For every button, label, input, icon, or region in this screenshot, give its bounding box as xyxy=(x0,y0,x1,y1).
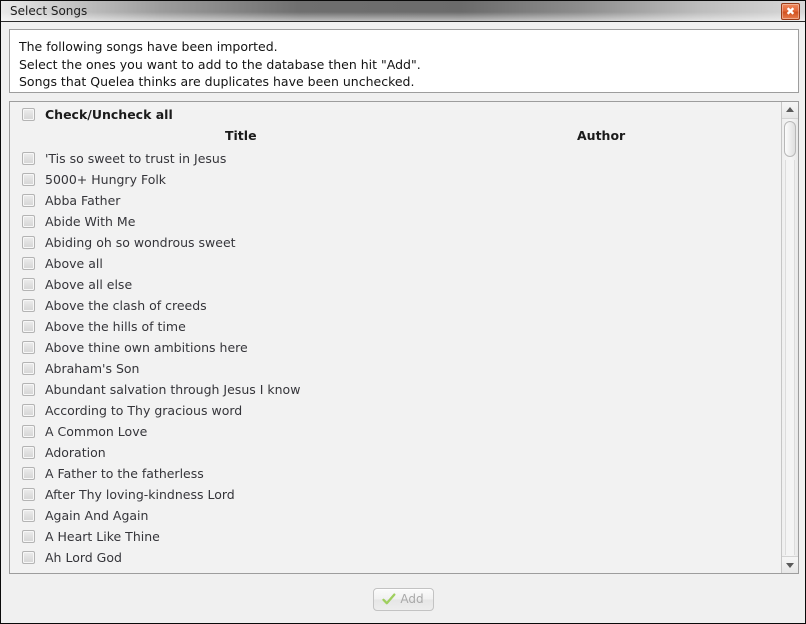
scrollbar-track[interactable] xyxy=(785,160,795,555)
song-title: Above the hills of time xyxy=(45,319,186,334)
song-checkbox[interactable] xyxy=(22,320,35,333)
song-row[interactable]: A Father to the fatherless xyxy=(10,463,781,484)
song-rows-container: 'Tis so sweet to trust in Jesus 5000+ Hun… xyxy=(10,148,781,568)
song-title: Above thine own ambitions here xyxy=(45,340,248,355)
song-checkbox[interactable] xyxy=(22,236,35,249)
column-header-title: Title xyxy=(225,128,257,143)
song-row[interactable]: 5000+ Hungry Folk xyxy=(10,169,781,190)
song-row[interactable]: Abundant salvation through Jesus I know xyxy=(10,379,781,400)
song-checkbox[interactable] xyxy=(22,194,35,207)
song-checkbox[interactable] xyxy=(22,215,35,228)
instruction-line-1: The following songs have been imported. xyxy=(19,39,278,54)
list-column-header: Title Author xyxy=(10,126,781,148)
song-list-panel: Check/Uncheck all Title Author 'Tis so s… xyxy=(9,101,799,574)
song-title: Abraham's Son xyxy=(45,361,140,376)
song-row[interactable]: Above all else xyxy=(10,274,781,295)
song-checkbox[interactable] xyxy=(22,278,35,291)
column-header-author: Author xyxy=(577,128,626,143)
song-title: Above all xyxy=(45,256,103,271)
song-row[interactable]: A Heart Like Thine xyxy=(10,526,781,547)
checkmark-icon xyxy=(382,592,396,604)
song-checkbox[interactable] xyxy=(22,173,35,186)
song-title: After Thy loving-kindness Lord xyxy=(45,487,235,502)
song-row[interactable]: Abide With Me xyxy=(10,211,781,232)
song-title: Abundant salvation through Jesus I know xyxy=(45,382,301,397)
dialog-footer: Add xyxy=(1,574,805,623)
song-row[interactable]: Abiding oh so wondrous sweet xyxy=(10,232,781,253)
song-row[interactable]: Above thine own ambitions here xyxy=(10,337,781,358)
song-title: Abide With Me xyxy=(45,214,136,229)
instruction-line-2: Select the ones you want to add to the d… xyxy=(19,56,421,72)
chevron-up-icon xyxy=(786,107,794,112)
song-row[interactable]: Adoration xyxy=(10,442,781,463)
check-all-checkbox[interactable] xyxy=(22,107,35,121)
song-row[interactable]: Above the clash of creeds xyxy=(10,295,781,316)
list-scrollbar[interactable] xyxy=(781,102,798,573)
close-button[interactable]: ✖ xyxy=(781,3,800,20)
song-title: According to Thy gracious word xyxy=(45,403,243,418)
song-title: A Heart Like Thine xyxy=(45,529,160,544)
select-songs-window: Select Songs ✖ The following songs have … xyxy=(0,0,806,624)
song-checkbox[interactable] xyxy=(22,425,35,438)
window-titlebar[interactable]: Select Songs ✖ xyxy=(1,1,805,22)
song-checkbox[interactable] xyxy=(22,488,35,501)
song-title: 5000+ Hungry Folk xyxy=(45,172,167,187)
close-icon: ✖ xyxy=(785,5,796,18)
song-title: Ah Lord God xyxy=(45,550,122,565)
add-button-label: Add xyxy=(400,592,424,606)
song-checkbox[interactable] xyxy=(22,551,35,564)
song-checkbox[interactable] xyxy=(22,257,35,270)
song-checkbox[interactable] xyxy=(22,530,35,543)
song-title: A Father to the fatherless xyxy=(45,466,204,481)
song-row[interactable]: Above the hills of time xyxy=(10,316,781,337)
song-checkbox[interactable] xyxy=(22,341,35,354)
window-title: Select Songs xyxy=(10,4,88,18)
window-content: The following songs have been imported. … xyxy=(1,23,805,623)
scrollbar-down-button[interactable] xyxy=(782,556,798,573)
song-row[interactable]: According to Thy gracious word xyxy=(10,400,781,421)
song-title: A Common Love xyxy=(45,424,148,439)
instructions-panel: The following songs have been imported. … xyxy=(9,29,799,93)
song-checkbox[interactable] xyxy=(22,404,35,417)
song-title: Above the clash of creeds xyxy=(45,298,207,313)
scrollbar-up-button[interactable] xyxy=(782,102,798,119)
song-row[interactable]: A Common Love xyxy=(10,421,781,442)
check-uncheck-all-row[interactable]: Check/Uncheck all xyxy=(10,102,781,126)
add-button[interactable]: Add xyxy=(372,587,434,611)
song-row[interactable]: After Thy loving-kindness Lord xyxy=(10,484,781,505)
check-all-label: Check/Uncheck all xyxy=(45,106,173,122)
song-checkbox[interactable] xyxy=(22,383,35,396)
song-checkbox[interactable] xyxy=(22,152,35,165)
song-checkbox[interactable] xyxy=(22,467,35,480)
song-row[interactable]: 'Tis so sweet to trust in Jesus xyxy=(10,148,781,169)
song-title: Again And Again xyxy=(45,508,149,523)
song-checkbox[interactable] xyxy=(22,299,35,312)
song-title: 'Tis so sweet to trust in Jesus xyxy=(45,151,227,166)
chevron-down-icon xyxy=(786,563,794,568)
instruction-line-3: Songs that Quelea thinks are duplicates … xyxy=(19,74,415,89)
song-checkbox[interactable] xyxy=(22,362,35,375)
song-title: Abiding oh so wondrous sweet xyxy=(45,235,236,250)
song-title: Adoration xyxy=(45,445,106,460)
song-checkbox[interactable] xyxy=(22,509,35,522)
scrollbar-thumb[interactable] xyxy=(784,121,796,157)
song-title: Abba Father xyxy=(45,193,121,208)
song-title: Above all else xyxy=(45,277,133,292)
song-list-viewport: Check/Uncheck all Title Author 'Tis so s… xyxy=(10,102,781,573)
song-checkbox[interactable] xyxy=(22,446,35,459)
song-row[interactable]: Ah Lord God xyxy=(10,547,781,568)
song-row[interactable]: Again And Again xyxy=(10,505,781,526)
song-row[interactable]: Abraham's Son xyxy=(10,358,781,379)
song-row[interactable]: Abba Father xyxy=(10,190,781,211)
song-row[interactable]: Above all xyxy=(10,253,781,274)
